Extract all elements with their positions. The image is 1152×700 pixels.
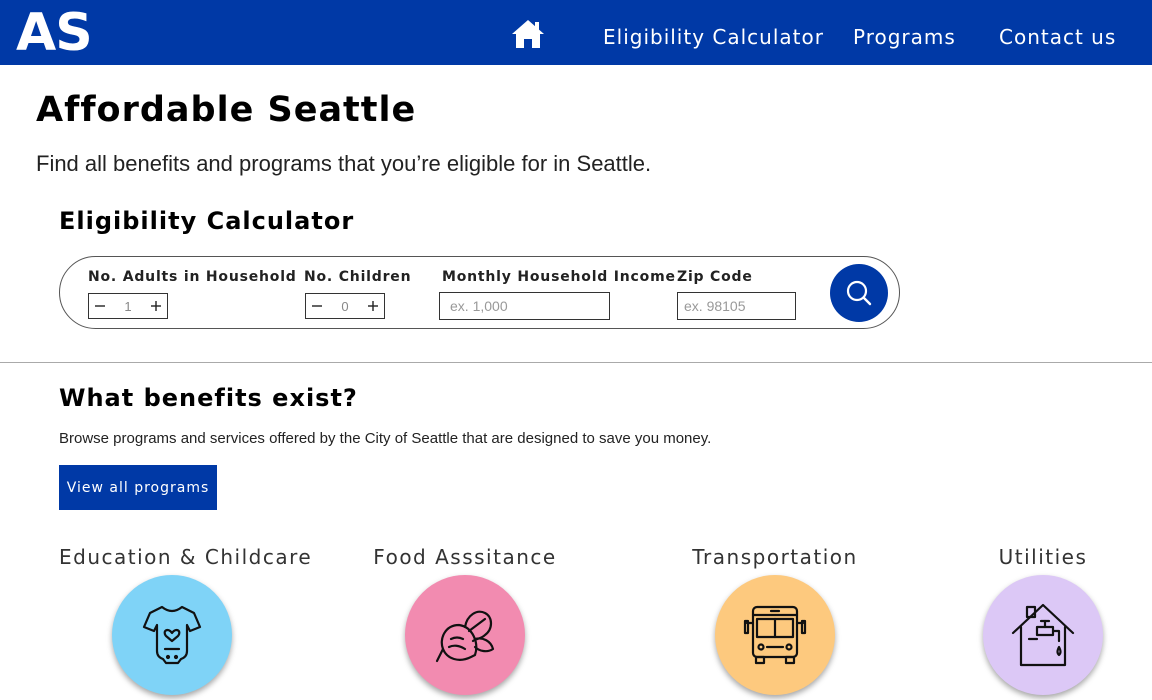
children-value[interactable]: 0 bbox=[328, 299, 362, 314]
section-divider bbox=[0, 362, 1152, 363]
category-utilities[interactable] bbox=[983, 575, 1103, 695]
plus-icon bbox=[368, 301, 378, 311]
adults-value[interactable]: 1 bbox=[111, 299, 145, 314]
nav-link-programs[interactable]: Programs bbox=[853, 24, 956, 50]
zip-label: Zip Code bbox=[677, 269, 753, 285]
category-title-education[interactable]: Education & Childcare bbox=[59, 543, 311, 571]
category-education[interactable] bbox=[112, 575, 232, 695]
bus-icon bbox=[743, 605, 807, 665]
view-all-programs-button[interactable]: View all programs bbox=[59, 465, 217, 510]
children-stepper: 0 bbox=[305, 293, 385, 319]
house-faucet-icon bbox=[1011, 603, 1075, 667]
adults-stepper: 1 bbox=[88, 293, 168, 319]
logo[interactable]: AS bbox=[16, 3, 93, 63]
minus-icon bbox=[95, 305, 105, 307]
beet-icon bbox=[435, 610, 495, 663]
children-increment-button[interactable] bbox=[362, 294, 384, 318]
income-label: Monthly Household Income bbox=[442, 269, 676, 285]
page-title: Affordable Seattle bbox=[36, 90, 417, 130]
home-icon[interactable] bbox=[510, 18, 546, 50]
minus-icon bbox=[312, 305, 322, 307]
adults-label: No. Adults in Household bbox=[88, 269, 297, 285]
children-label: No. Children bbox=[304, 269, 412, 285]
category-title-food[interactable]: Food Asssitance bbox=[365, 543, 565, 571]
children-decrement-button[interactable] bbox=[306, 294, 328, 318]
nav-link-contact-us[interactable]: Contact us bbox=[999, 24, 1116, 50]
category-title-utilities[interactable]: Utilities bbox=[968, 543, 1118, 571]
adults-increment-button[interactable] bbox=[145, 294, 167, 318]
category-title-transportation[interactable]: Transportation bbox=[675, 543, 875, 571]
category-transportation[interactable] bbox=[715, 575, 835, 695]
nav-link-eligibility-calculator[interactable]: Eligibility Calculator bbox=[603, 24, 824, 50]
zip-input[interactable] bbox=[677, 292, 796, 320]
onesie-icon bbox=[142, 605, 202, 665]
calculator-heading: Eligibility Calculator bbox=[59, 207, 355, 235]
category-food[interactable] bbox=[405, 575, 525, 695]
plus-icon bbox=[151, 301, 161, 311]
top-nav: AS Eligibility Calculator Programs Conta… bbox=[0, 0, 1152, 65]
page-subtitle: Find all benefits and programs that you’… bbox=[36, 151, 652, 176]
search-button[interactable] bbox=[830, 264, 888, 322]
adults-decrement-button[interactable] bbox=[89, 294, 111, 318]
income-input[interactable] bbox=[439, 292, 610, 320]
benefits-heading: What benefits exist? bbox=[59, 384, 358, 412]
search-icon bbox=[846, 280, 872, 306]
benefits-description: Browse programs and services offered by … bbox=[59, 430, 712, 447]
